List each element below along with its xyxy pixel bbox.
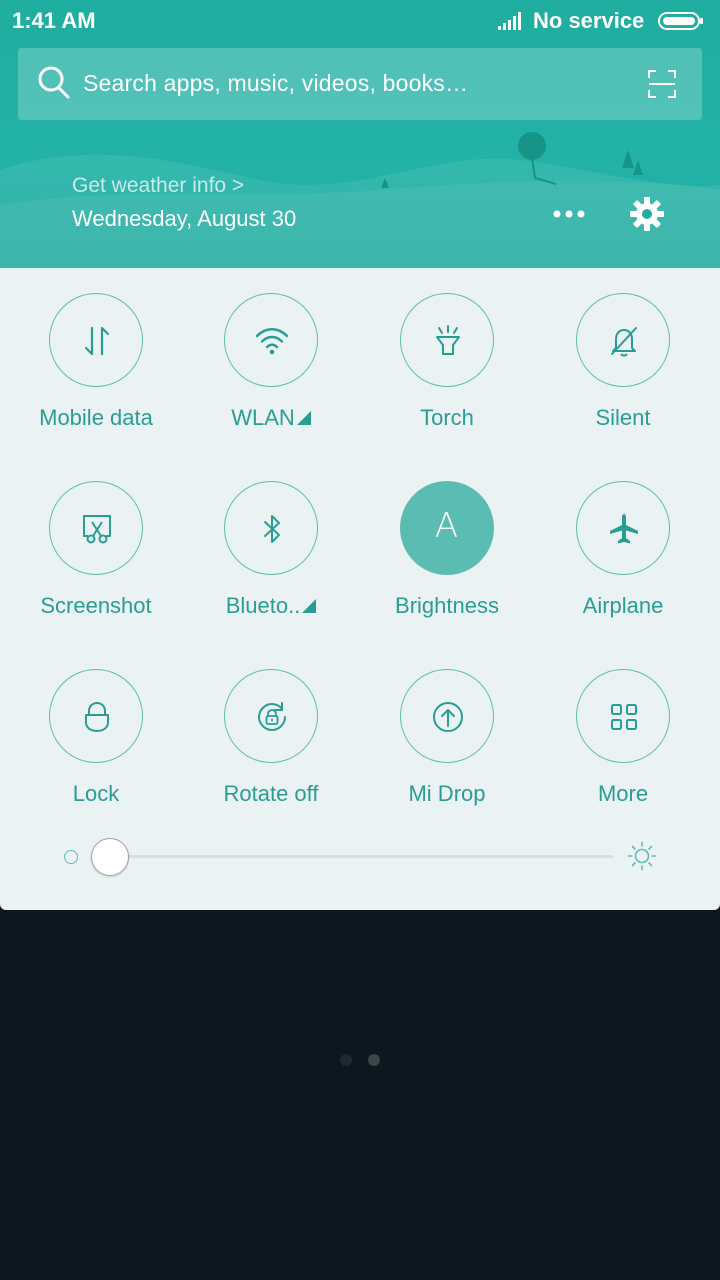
silent-button[interactable] xyxy=(576,293,670,387)
weather-link[interactable]: Get weather info > xyxy=(72,174,244,198)
signal-icon xyxy=(498,12,521,30)
torch-button[interactable] xyxy=(400,293,494,387)
toggle-label: Torch xyxy=(420,405,474,430)
toggle-label: More xyxy=(597,781,649,806)
torch-icon xyxy=(436,325,460,355)
more-button[interactable] xyxy=(576,669,670,763)
toggle-label: Rotate off xyxy=(223,781,319,806)
grid-icon xyxy=(611,704,637,730)
brightness-slider-thumb[interactable] xyxy=(91,838,129,876)
airplane-button[interactable] xyxy=(576,481,670,575)
search-icon xyxy=(38,66,70,99)
page-indicator-dot xyxy=(340,1054,352,1066)
toggle-label: Mobile data xyxy=(39,405,153,430)
mobile-data-icon xyxy=(84,326,110,356)
gear-icon[interactable] xyxy=(629,196,665,232)
expand-indicator-icon xyxy=(296,411,311,425)
toggle-bluetooth[interactable]: Blueto.. xyxy=(183,456,359,619)
toggle-lock[interactable]: Lock xyxy=(8,644,184,806)
rotate-lock-icon xyxy=(257,702,286,732)
lock-button[interactable] xyxy=(49,669,143,763)
toggle-label: Screenshot xyxy=(40,593,152,618)
bluetooth-button[interactable] xyxy=(224,481,318,575)
more-options-icon[interactable] xyxy=(553,208,585,220)
lock-icon xyxy=(85,701,109,732)
toggle-brightness[interactable]: A Brightness xyxy=(359,456,535,618)
toggle-label: Lock xyxy=(72,781,120,806)
toggle-screenshot[interactable]: Screenshot xyxy=(8,456,184,618)
date-text: Wednesday, August 30 xyxy=(72,206,297,231)
landscape-illustration xyxy=(0,132,720,268)
toggle-rotate[interactable]: Rotate off xyxy=(183,644,359,806)
status-service: No service xyxy=(533,8,645,33)
toggle-label: Silent xyxy=(595,405,651,430)
toggle-more[interactable]: More xyxy=(535,644,711,806)
toggle-label: WLAN xyxy=(183,405,359,431)
screenshot-icon xyxy=(83,515,111,544)
bell-off-icon xyxy=(611,327,637,357)
mi-drop-icon xyxy=(433,702,463,732)
wifi-icon xyxy=(255,328,289,355)
airplane-icon xyxy=(610,514,638,544)
toggle-silent[interactable]: Silent xyxy=(535,268,711,430)
mobile-data-button[interactable] xyxy=(49,293,143,387)
expand-indicator-icon xyxy=(302,599,317,613)
toggle-mi-drop[interactable]: Mi Drop xyxy=(359,644,535,806)
page-indicator-dot-active xyxy=(368,1054,380,1066)
toggle-label: Brightness xyxy=(395,593,499,618)
notification-header: 1:41 AM No service Search apps, music, v… xyxy=(0,0,720,268)
toggle-torch[interactable]: Torch xyxy=(359,268,535,430)
rotate-button[interactable] xyxy=(224,669,318,763)
scan-icon[interactable] xyxy=(648,70,676,98)
brightness-slider-track[interactable] xyxy=(110,855,613,858)
wlan-button[interactable] xyxy=(224,293,318,387)
toggle-label: Blueto.. xyxy=(183,593,359,619)
toggle-label: Airplane xyxy=(582,593,664,618)
brightness-auto-icon: A xyxy=(434,506,459,546)
mi-drop-button[interactable] xyxy=(400,669,494,763)
bluetooth-icon xyxy=(264,515,280,543)
screenshot-button[interactable] xyxy=(49,481,143,575)
status-time: 1:41 AM xyxy=(12,8,96,33)
quick-settings-panel: Mobile data WLAN Torch Silent Screenshot… xyxy=(0,268,720,910)
status-bar: 1:41 AM No service xyxy=(0,0,720,44)
toggle-mobile-data[interactable]: Mobile data xyxy=(8,268,184,430)
brightness-high-icon xyxy=(627,841,657,871)
brightness-button[interactable]: A xyxy=(400,481,494,575)
toggle-label: Mi Drop xyxy=(408,781,486,806)
toggle-wlan[interactable]: WLAN xyxy=(183,268,359,431)
toggle-airplane[interactable]: Airplane xyxy=(535,456,711,618)
search-input[interactable]: Search apps, music, videos, books… xyxy=(83,70,468,97)
battery-icon xyxy=(658,12,703,30)
brightness-low-icon xyxy=(64,850,78,864)
search-bar[interactable]: Search apps, music, videos, books… xyxy=(18,48,702,120)
